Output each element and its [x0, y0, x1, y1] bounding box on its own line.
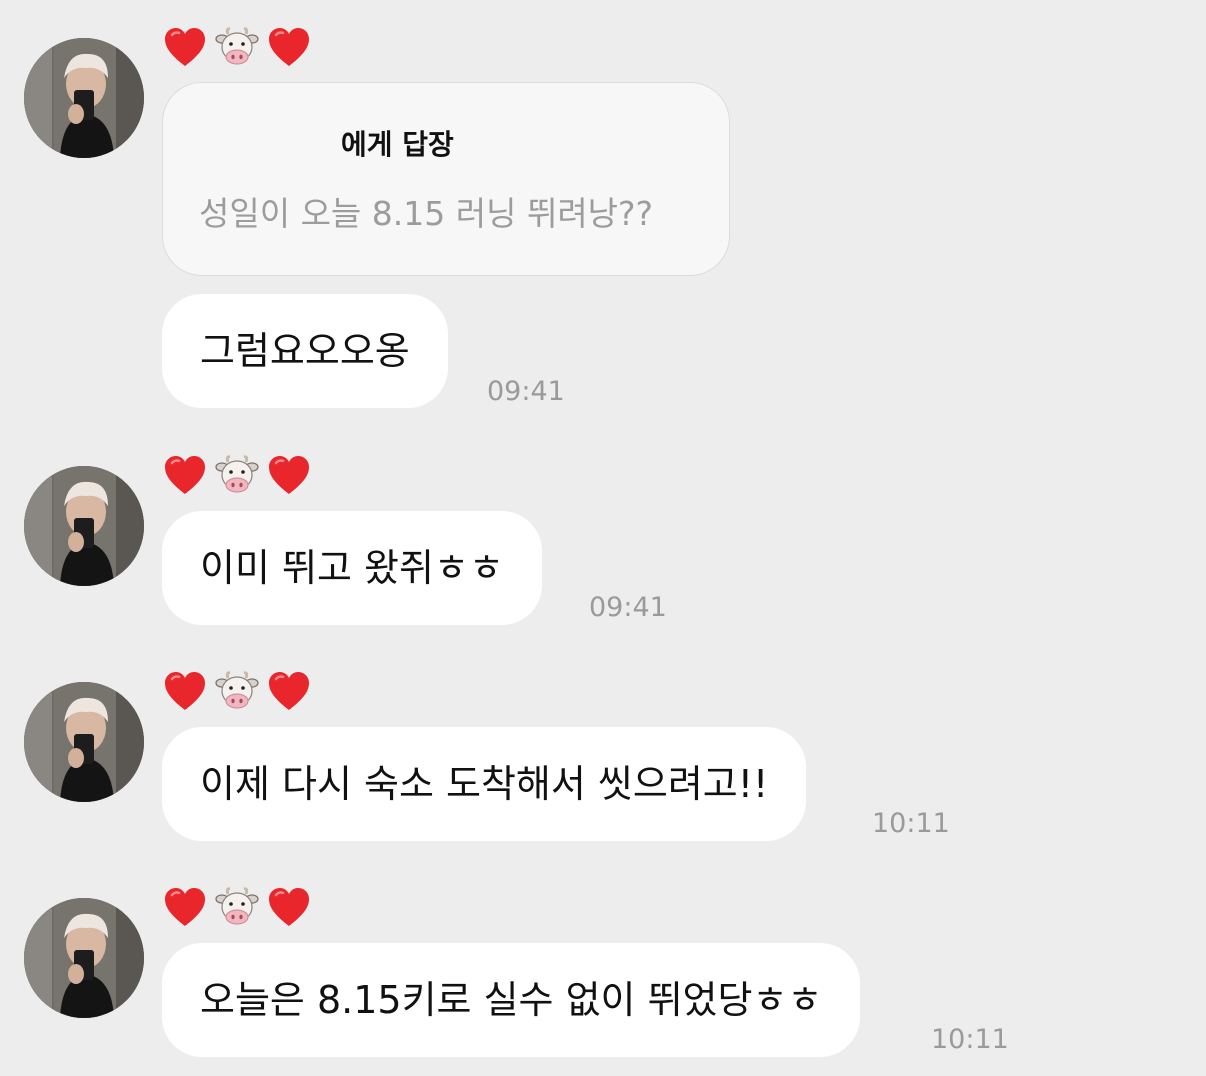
- cow-face-icon: [214, 25, 260, 71]
- red-heart-icon: [266, 669, 312, 715]
- cow-face-icon: [214, 669, 260, 715]
- sender-avatar[interactable]: [24, 898, 144, 1018]
- quoted-message-text: 성일이 오늘 8.15 러닝 뛰려낭??: [199, 194, 654, 233]
- message-timestamp: 09:41: [589, 592, 667, 623]
- message-text: 이미 뛰고 왔쥐ㅎㅎ: [200, 546, 504, 590]
- message-text: 이제 다시 숙소 도착해서 씻으려고!!: [200, 762, 769, 806]
- message-text: 오늘은 8.15키로 실수 없이 뛰었당ㅎㅎ: [200, 978, 823, 1022]
- sender-avatar[interactable]: [24, 466, 144, 586]
- red-heart-icon: [266, 453, 312, 499]
- message-text: 그럼요오오옹: [200, 329, 410, 373]
- message-timestamp: 10:11: [872, 808, 950, 839]
- red-heart-icon: [162, 453, 208, 499]
- sender-avatar[interactable]: [24, 682, 144, 802]
- red-heart-icon: [162, 25, 208, 71]
- cow-face-icon: [214, 453, 260, 499]
- sender-display-name: [162, 884, 312, 932]
- red-heart-icon: [266, 25, 312, 71]
- reply-preview-card[interactable]: 에게 답장 성일이 오늘 8.15 러닝 뛰려낭??: [162, 82, 730, 276]
- sender-avatar[interactable]: [24, 38, 144, 158]
- message-timestamp: 10:11: [931, 1024, 1009, 1055]
- sender-display-name: [162, 24, 312, 72]
- message-bubble[interactable]: 그럼요오오옹: [162, 294, 448, 408]
- red-heart-icon: [162, 669, 208, 715]
- reply-to-label: 에게 답장: [341, 128, 454, 161]
- cow-face-icon: [214, 885, 260, 931]
- red-heart-icon: [266, 885, 312, 931]
- red-heart-icon: [162, 885, 208, 931]
- message-timestamp: 09:41: [487, 376, 565, 407]
- message-bubble[interactable]: 이미 뛰고 왔쥐ㅎㅎ: [162, 511, 542, 625]
- sender-display-name: [162, 668, 312, 716]
- message-bubble[interactable]: 이제 다시 숙소 도착해서 씻으려고!!: [162, 727, 807, 841]
- message-bubble[interactable]: 오늘은 8.15키로 실수 없이 뛰었당ㅎㅎ: [162, 943, 861, 1057]
- sender-display-name: [162, 452, 312, 500]
